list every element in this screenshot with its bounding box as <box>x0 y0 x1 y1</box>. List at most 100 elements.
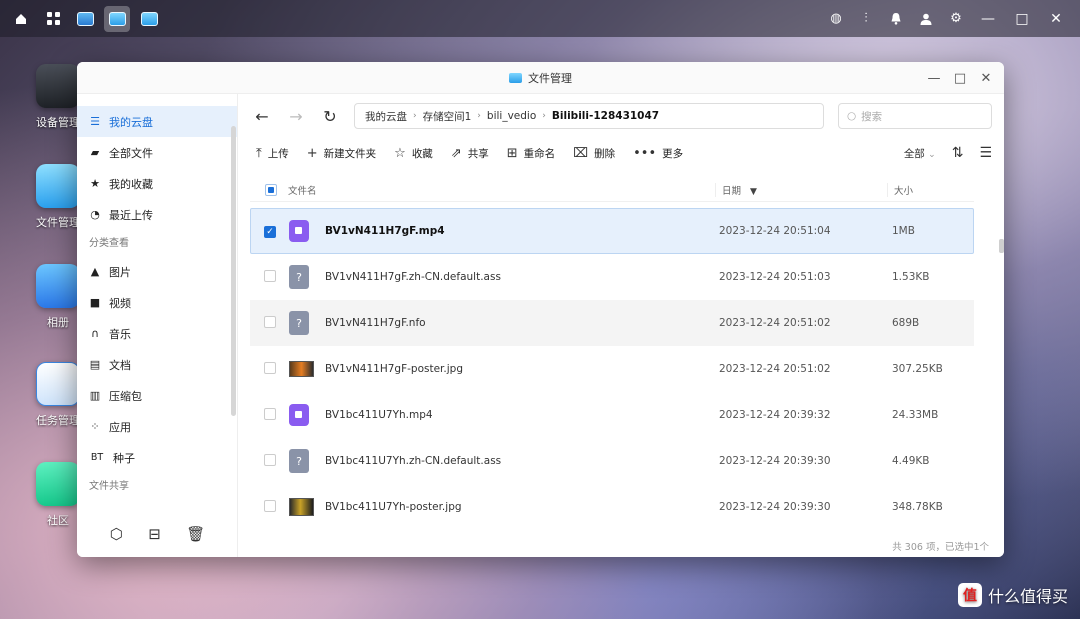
row-checkbox[interactable] <box>264 407 276 420</box>
docker-icon[interactable] <box>72 6 98 32</box>
row-checkbox[interactable] <box>264 499 276 512</box>
file-list-scrollbar[interactable] <box>999 239 1004 253</box>
file-manager-task-icon-2[interactable] <box>136 6 162 32</box>
upload-button[interactable]: ⤒ 上传 <box>256 146 289 161</box>
taskbar-right: ◍ ⫶ ⚙ — □ ✕ <box>824 6 1070 32</box>
breadcrumb-separator-icon: › <box>413 111 417 121</box>
file-manager-window: 文件管理 — □ ✕ ☰ 我的云盘 ▰ 全部文件 ★ 我的收藏 ◔ 最近上传 分… <box>77 62 1004 557</box>
filter-label: 全部 <box>903 147 925 160</box>
breadcrumb-current[interactable]: Bilibili-128431047 <box>552 110 659 122</box>
column-header-date[interactable]: 日期 ▼ <box>716 182 888 197</box>
sidebar-item-music[interactable]: ∩ 音乐 <box>77 318 237 349</box>
home-icon[interactable] <box>8 6 34 32</box>
file-manager-icon <box>509 72 522 83</box>
breadcrumb-separator-icon: › <box>542 111 546 121</box>
settings-hexagon-icon[interactable]: ⬡ <box>110 525 123 543</box>
table-row[interactable]: ? BV1vN411H7gF.zh-CN.default.ass 2023-12… <box>250 254 974 300</box>
file-name: BV1bc411U7Yh.mp4 <box>325 409 433 421</box>
rename-label: 重命名 <box>523 147 556 160</box>
sidebar-item-favorites[interactable]: ★ 我的收藏 <box>77 168 237 199</box>
row-checkbox[interactable] <box>264 361 276 374</box>
globe-icon[interactable]: ◍ <box>824 6 848 32</box>
back-arrow-icon[interactable]: ← <box>252 107 272 126</box>
sidebar-item-documents[interactable]: ▤ 文档 <box>77 349 237 380</box>
desktop-icon-label: 设备管理 <box>36 116 80 129</box>
gear-icon[interactable]: ⚙ <box>944 6 968 32</box>
share-button[interactable]: ⇗ 共享 <box>451 146 489 161</box>
storage-icon[interactable]: ⊟ <box>148 525 161 543</box>
user-icon[interactable] <box>914 6 938 32</box>
row-checkbox[interactable] <box>264 453 276 466</box>
row-checkbox[interactable] <box>264 269 276 282</box>
table-row[interactable]: ? BV1bc411U7Yh.zh-CN.default.ass 2023-12… <box>250 438 974 484</box>
file-name: BV1bc411U7Yh-poster.jpg <box>325 501 462 513</box>
minimize-button[interactable]: — <box>924 71 944 86</box>
breadcrumb-item[interactable]: bili_vedio <box>487 110 536 122</box>
table-row[interactable]: ? BV1vN411H7gF.nfo 2023-12-24 20:51:02 6… <box>250 300 974 346</box>
table-row[interactable]: BV1bc411U7Yh-poster.jpg 2023-12-24 20:39… <box>250 484 974 530</box>
sidebar-item-torrents[interactable]: BT 种子 <box>77 442 237 473</box>
sidebar-item-apps[interactable]: ⁘ 应用 <box>77 411 237 442</box>
sidebar-item-images[interactable]: ▲ 图片 <box>77 256 237 287</box>
favorite-button[interactable]: ☆ 收藏 <box>394 146 433 161</box>
community-app-icon <box>36 462 80 506</box>
sidebar: ☰ 我的云盘 ▰ 全部文件 ★ 我的收藏 ◔ 最近上传 分类查看 ▲ 图片 ■ <box>77 94 238 557</box>
sidebar-scrollbar[interactable] <box>231 126 236 416</box>
clock-icon: ◔ <box>90 208 100 221</box>
file-name: BV1vN411H7gF.nfo <box>325 317 426 329</box>
taskbar-maximize-button[interactable]: □ <box>1008 11 1036 27</box>
breadcrumb: 我的云盘 › 存储空间1 › bili_vedio › Bilibili-128… <box>354 103 824 129</box>
delete-button[interactable]: ⌧ 删除 <box>573 146 615 161</box>
breadcrumb-item[interactable]: 存储空间1 <box>423 109 472 124</box>
upload-icon: ⤒ <box>256 145 262 161</box>
window-titlebar[interactable]: 文件管理 — □ ✕ <box>77 62 1004 94</box>
taskbar-minimize-button[interactable]: — <box>974 11 1002 27</box>
plug-icon[interactable]: ⫶ <box>854 6 878 32</box>
table-header: 文件名 日期 ▼ 大小 <box>250 178 974 202</box>
maximize-button[interactable]: □ <box>950 71 970 86</box>
torrent-icon: BT <box>90 452 104 463</box>
taskbar-left <box>8 5 162 32</box>
row-check-cell: ✓ <box>251 225 289 238</box>
more-button[interactable]: ••• 更多 <box>633 146 683 161</box>
list-view-icon[interactable]: ☰ <box>979 145 992 161</box>
row-icon-cell <box>289 361 325 377</box>
sidebar-item-recent-upload[interactable]: ◔ 最近上传 <box>77 199 237 230</box>
row-icon-cell <box>289 220 325 242</box>
breadcrumb-item[interactable]: 我的云盘 <box>365 109 407 124</box>
table-row[interactable]: BV1vN411H7gF-poster.jpg 2023-12-24 20:51… <box>250 346 974 392</box>
sidebar-item-archives[interactable]: ▥ 压缩包 <box>77 380 237 411</box>
refresh-icon[interactable]: ↻ <box>320 107 340 126</box>
rename-button[interactable]: ⊞ 重命名 <box>507 146 555 161</box>
taskbar-close-button[interactable]: ✕ <box>1042 11 1070 27</box>
sidebar-item-label: 图片 <box>109 265 131 279</box>
new-folder-button[interactable]: + 新建文件夹 <box>307 146 376 161</box>
file-date: 2023-12-24 20:39:32 <box>719 409 831 421</box>
column-header-name[interactable]: 文件名 <box>288 182 716 197</box>
forward-arrow-icon[interactable]: → <box>286 107 306 126</box>
sidebar-item-all-files[interactable]: ▰ 全部文件 <box>77 137 237 168</box>
bell-icon[interactable] <box>884 6 908 32</box>
table-row[interactable]: BV1bc411U7Yh.mp4 2023-12-24 20:39:32 24.… <box>250 392 974 438</box>
trash-icon[interactable]: 🗑 <box>186 525 205 543</box>
apps-grid-icon[interactable] <box>40 6 66 32</box>
file-date: 2023-12-24 20:39:30 <box>719 501 831 513</box>
document-icon: ▤ <box>89 358 101 371</box>
close-button[interactable]: ✕ <box>976 71 996 86</box>
file-size: 348.78KB <box>892 501 943 513</box>
delete-icon: ⌧ <box>573 145 589 161</box>
sidebar-item-my-cloud[interactable]: ☰ 我的云盘 <box>77 106 237 137</box>
file-manager-task-icon[interactable] <box>104 5 130 32</box>
sidebar-item-videos[interactable]: ■ 视频 <box>77 287 237 318</box>
select-all-checkbox[interactable] <box>265 183 277 196</box>
filter-dropdown[interactable]: 全部 ⌄ <box>904 146 936 161</box>
search-input[interactable]: ○ 搜索 <box>838 103 992 129</box>
table-row[interactable]: ✓ BV1vN411H7gF.mp4 2023-12-24 20:51:04 1… <box>250 208 974 254</box>
row-checkbox[interactable]: ✓ <box>264 225 276 238</box>
sort-icon[interactable]: ⇅ <box>952 145 964 161</box>
row-checkbox[interactable] <box>264 315 276 328</box>
new-folder-label: 新建文件夹 <box>323 147 377 160</box>
sidebar-item-label: 种子 <box>113 451 135 465</box>
watermark-logo: 值 <box>957 583 982 607</box>
column-header-size[interactable]: 大小 <box>888 183 913 197</box>
